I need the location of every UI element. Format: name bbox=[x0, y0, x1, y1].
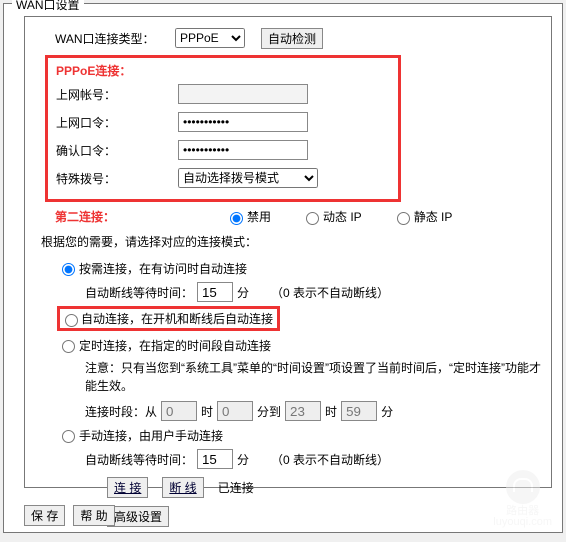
timed-note: 注意：只有当您到“系统工具”菜单的“时间设置”项设置了当前时间后，“定时连接”功… bbox=[57, 359, 541, 395]
second-conn-label: 第二连接： bbox=[35, 208, 175, 225]
ondemand-wait-input[interactable] bbox=[197, 282, 233, 302]
mode-auto-radio[interactable] bbox=[65, 314, 78, 327]
dial-label: 特殊拨号： bbox=[48, 170, 178, 187]
wan-type-label: WAN口连接类型： bbox=[35, 30, 175, 47]
wan-type-select[interactable]: PPPoE bbox=[175, 28, 245, 48]
connect-button[interactable]: 连 接 bbox=[107, 477, 148, 498]
password-input[interactable] bbox=[178, 112, 308, 132]
mode-timed[interactable]: 定时连接，在指定的时间段自动连接 bbox=[57, 333, 541, 357]
connection-modes: 按需连接，在有访问时自动连接 自动断线等待时间： 分 （0 表示不自动断线） 自… bbox=[57, 256, 541, 527]
wan-type-row: WAN口连接类型： PPPoE 自动检测 bbox=[35, 27, 541, 49]
second-conn-disable-radio[interactable] bbox=[230, 212, 243, 225]
confirm-input[interactable] bbox=[178, 140, 308, 160]
dial-mode-select[interactable]: 自动选择拨号模式 bbox=[178, 168, 318, 188]
disconnect-button[interactable]: 断 线 bbox=[162, 477, 203, 498]
second-conn-static-radio[interactable] bbox=[397, 212, 410, 225]
mode-timed-radio[interactable] bbox=[62, 340, 75, 353]
connection-status: 已连接 bbox=[218, 479, 254, 496]
second-conn-static[interactable]: 静态 IP bbox=[392, 208, 453, 225]
password-label: 上网口令： bbox=[48, 114, 178, 131]
timed-to-m[interactable] bbox=[341, 401, 377, 421]
settings-panel: WAN口设置 WAN口连接类型： PPPoE 自动检测 PPPoE连接： 上网帐… bbox=[3, 3, 563, 533]
second-conn-disable[interactable]: 禁用 bbox=[225, 208, 271, 225]
auto-detect-button[interactable]: 自动检测 bbox=[261, 28, 323, 49]
confirm-label: 确认口令： bbox=[48, 142, 178, 159]
second-conn-row: 第二连接： 禁用 动态 IP 静态 IP bbox=[35, 208, 541, 225]
second-conn-dynamic[interactable]: 动态 IP bbox=[301, 208, 362, 225]
username-input[interactable] bbox=[178, 84, 308, 104]
advanced-button[interactable]: 高级设置 bbox=[107, 506, 169, 527]
mode-manual[interactable]: 手动连接，由用户手动连接 bbox=[57, 423, 541, 447]
mode-desc: 根据您的需要，请选择对应的连接模式： bbox=[41, 233, 541, 250]
save-button[interactable]: 保 存 bbox=[24, 505, 65, 526]
mode-auto[interactable]: 自动连接，在开机和断线后自动连接 bbox=[57, 306, 280, 331]
manual-wait-input[interactable] bbox=[197, 449, 233, 469]
timed-to-h[interactable] bbox=[285, 401, 321, 421]
footer-buttons: 保 存 帮 助 bbox=[24, 505, 115, 526]
ondemand-wait-row: 自动断线等待时间： 分 （0 表示不自动断线） bbox=[57, 280, 541, 304]
panel-title: WAN口设置 bbox=[12, 0, 84, 13]
mode-ondemand-radio[interactable] bbox=[62, 263, 75, 276]
pppoe-title: PPPoE连接： bbox=[48, 62, 394, 79]
second-conn-dynamic-radio[interactable] bbox=[306, 212, 319, 225]
ondemand-wait-label: 自动断线等待时间： bbox=[85, 284, 193, 301]
help-button[interactable]: 帮 助 bbox=[73, 505, 114, 526]
connection-buttons: 连 接 断 线 已连接 bbox=[107, 477, 541, 498]
mode-ondemand[interactable]: 按需连接，在有访问时自动连接 bbox=[57, 256, 541, 280]
timed-period-row: 连接时段：从 时 分到 时 分 bbox=[57, 399, 541, 423]
manual-wait-label: 自动断线等待时间： bbox=[85, 451, 193, 468]
mode-manual-radio[interactable] bbox=[62, 430, 75, 443]
username-label: 上网帐号： bbox=[48, 86, 178, 103]
timed-from-m[interactable] bbox=[217, 401, 253, 421]
timed-from-h[interactable] bbox=[161, 401, 197, 421]
settings-form: WAN口连接类型： PPPoE 自动检测 PPPoE连接： 上网帐号： 上网口令… bbox=[24, 16, 552, 488]
pppoe-section: PPPoE连接： 上网帐号： 上网口令： 确认口令： 特殊拨号： 自动选择拨号模… bbox=[45, 55, 401, 202]
manual-wait-row: 自动断线等待时间： 分 （0 表示不自动断线） bbox=[57, 447, 541, 471]
